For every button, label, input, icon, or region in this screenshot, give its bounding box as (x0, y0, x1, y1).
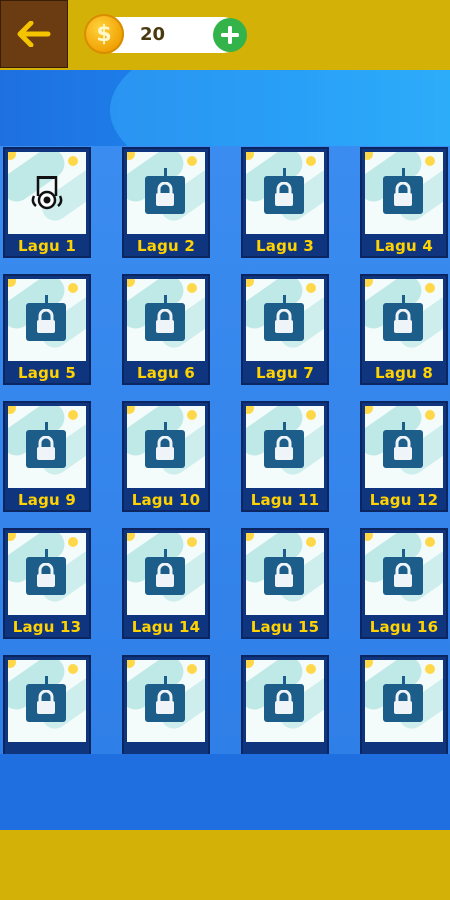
song-artwork (246, 660, 324, 742)
footer-bar (0, 830, 450, 900)
song-label: Lagu 6 (137, 364, 195, 382)
song-artwork (365, 406, 443, 488)
song-label: Lagu 2 (137, 237, 195, 255)
lock-icon (264, 303, 304, 341)
lock-icon (26, 557, 66, 595)
coin-icon: $ (84, 14, 124, 54)
song-card[interactable]: Lagu 16 (360, 528, 448, 639)
lock-icon (145, 430, 185, 468)
song-card[interactable]: Lagu 4 (360, 147, 448, 258)
song-label: Lagu 9 (18, 491, 76, 509)
song-artwork (8, 279, 86, 361)
song-label: Lagu 16 (369, 618, 439, 636)
song-artwork (127, 406, 205, 488)
lock-icon (264, 430, 304, 468)
song-artwork (8, 533, 86, 615)
lock-icon (26, 430, 66, 468)
song-artwork (127, 533, 205, 615)
lock-icon (145, 684, 185, 722)
song-card[interactable]: Lagu 2 (122, 147, 210, 258)
headphones-icon (30, 174, 64, 210)
back-button[interactable] (0, 0, 68, 68)
song-label: Lagu 10 (131, 491, 201, 509)
song-card[interactable]: Lagu 1 (3, 147, 91, 258)
song-card[interactable]: Lagu 11 (241, 401, 329, 512)
song-grid: Lagu 1 Lagu 2 Lagu 3 Lagu 4 Lagu 5 Lagu 6 Lagu… (0, 146, 450, 754)
song-card[interactable] (241, 655, 329, 754)
song-artwork (365, 152, 443, 234)
song-label: Lagu 13 (12, 618, 82, 636)
song-card[interactable]: Lagu 13 (3, 528, 91, 639)
lock-icon (145, 557, 185, 595)
song-card[interactable]: Lagu 12 (360, 401, 448, 512)
bottom-banner (0, 754, 450, 830)
song-card[interactable]: Lagu 14 (122, 528, 210, 639)
song-label: Lagu 14 (131, 618, 201, 636)
song-artwork (246, 279, 324, 361)
lock-icon (383, 557, 423, 595)
lock-icon (383, 684, 423, 722)
arrow-left-icon (17, 21, 51, 47)
song-label: Lagu 8 (375, 364, 433, 382)
song-card[interactable]: Lagu 8 (360, 274, 448, 385)
song-label: Lagu 7 (256, 364, 314, 382)
song-label: Lagu 4 (375, 237, 433, 255)
song-artwork (127, 152, 205, 234)
song-label: Lagu 11 (250, 491, 320, 509)
plus-icon (221, 26, 239, 44)
song-artwork (8, 152, 86, 234)
song-artwork (8, 406, 86, 488)
song-label (124, 744, 208, 754)
lock-icon (383, 176, 423, 214)
song-card[interactable] (3, 655, 91, 754)
song-label (5, 744, 89, 754)
lock-icon (145, 176, 185, 214)
song-label (243, 744, 327, 754)
song-artwork (127, 279, 205, 361)
song-card[interactable]: Lagu 5 (3, 274, 91, 385)
lock-icon (383, 430, 423, 468)
song-label: Lagu 12 (369, 491, 439, 509)
song-artwork (246, 152, 324, 234)
song-label (362, 744, 446, 754)
lock-icon (264, 176, 304, 214)
lock-icon (264, 557, 304, 595)
song-card[interactable]: Lagu 15 (241, 528, 329, 639)
song-card[interactable] (360, 655, 448, 754)
song-artwork (246, 533, 324, 615)
lock-icon (26, 303, 66, 341)
song-card[interactable]: Lagu 10 (122, 401, 210, 512)
song-card[interactable]: Lagu 7 (241, 274, 329, 385)
song-artwork (365, 533, 443, 615)
top-bar: $ 20 (0, 0, 450, 70)
banner-wave (110, 70, 450, 146)
song-label: Lagu 1 (18, 237, 76, 255)
lock-icon (26, 684, 66, 722)
song-label: Lagu 15 (250, 618, 320, 636)
header-banner (0, 70, 450, 146)
song-label: Lagu 3 (256, 237, 314, 255)
song-artwork (127, 660, 205, 742)
song-card[interactable]: Lagu 3 (241, 147, 329, 258)
song-label: Lagu 5 (18, 364, 76, 382)
coin-count: 20 (140, 24, 166, 45)
lock-icon (145, 303, 185, 341)
song-card[interactable] (122, 655, 210, 754)
song-card[interactable]: Lagu 6 (122, 274, 210, 385)
song-artwork (8, 660, 86, 742)
song-artwork (365, 279, 443, 361)
song-card[interactable]: Lagu 9 (3, 401, 91, 512)
lock-icon (264, 684, 304, 722)
song-artwork (246, 406, 324, 488)
lock-icon (383, 303, 423, 341)
song-artwork (365, 660, 443, 742)
add-coins-button[interactable] (213, 18, 247, 52)
